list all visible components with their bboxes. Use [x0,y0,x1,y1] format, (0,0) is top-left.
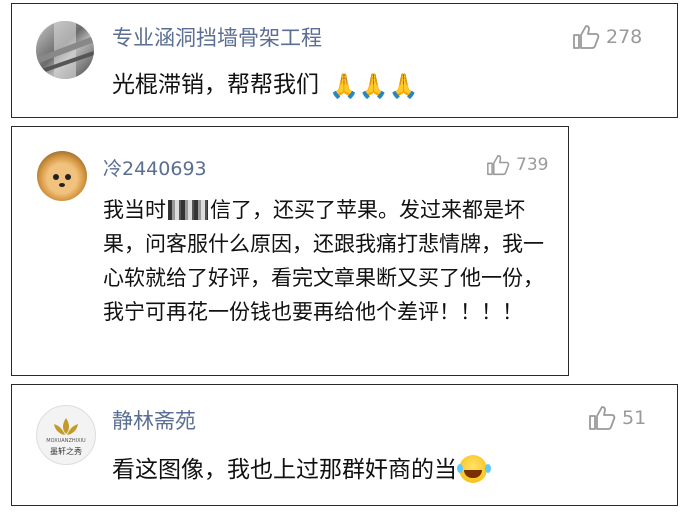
avatar[interactable] [36,21,94,79]
avatar[interactable] [37,151,87,201]
culvert-photo-icon [36,21,94,79]
like-button[interactable]: 278 [572,24,642,50]
avatar-logo-cn: 墨轩之秀 [50,447,82,456]
praying-hands-emoji: 🙏🙏🙏 [329,72,419,100]
username[interactable]: 静林斋苑 [112,405,196,435]
comment-card-2: 冷2440693 739 我当时 信了，还买了苹果。发过来都是坏果，问客服什么原因… [11,126,569,376]
avatar[interactable]: MOXUANZHIXIU 墨轩之秀 [36,405,96,465]
comment-text: 我当时 信了，还买了苹果。发过来都是坏果，问客服什么原因，还跟我痛打悲情牌，我一心… [103,193,553,329]
like-count: 278 [606,26,643,48]
like-button[interactable]: 51 [588,405,646,431]
username[interactable]: 专业涵洞挡墙骨架工程 [112,22,322,52]
username[interactable]: 冷2440693 [103,154,207,181]
laughing-tears-emoji [457,455,487,483]
comment-text: 看这图像，我也上过那群奸商的当 [112,453,487,487]
pomeranian-dog-icon [53,174,71,187]
avatar-logo-text: MOXUANZHIXIU [46,438,86,444]
thumbs-up-icon [589,406,616,430]
like-button[interactable]: 739 [486,154,548,176]
thumbs-up-icon [487,154,510,176]
like-count: 51 [622,407,647,429]
comment-text: 光棍滞销，帮帮我们 🙏🙏🙏 [112,68,419,103]
comment-card-1: 专业涵洞挡墙骨架工程 278 光棍滞销，帮帮我们 🙏🙏🙏 [11,3,678,118]
comment-body-start: 我当时 [103,198,166,222]
comment-card-3: MOXUANZHIXIU 墨轩之秀 静林斋苑 51 看这图像，我也上过那群奸商的… [11,384,678,506]
like-count: 739 [516,155,549,175]
comment-body: 看这图像，我也上过那群奸商的当 [112,457,457,483]
thumbs-up-icon [573,25,600,49]
comment-body: 光棍滞销，帮帮我们 [112,72,319,98]
pixelated-redaction [168,200,208,220]
